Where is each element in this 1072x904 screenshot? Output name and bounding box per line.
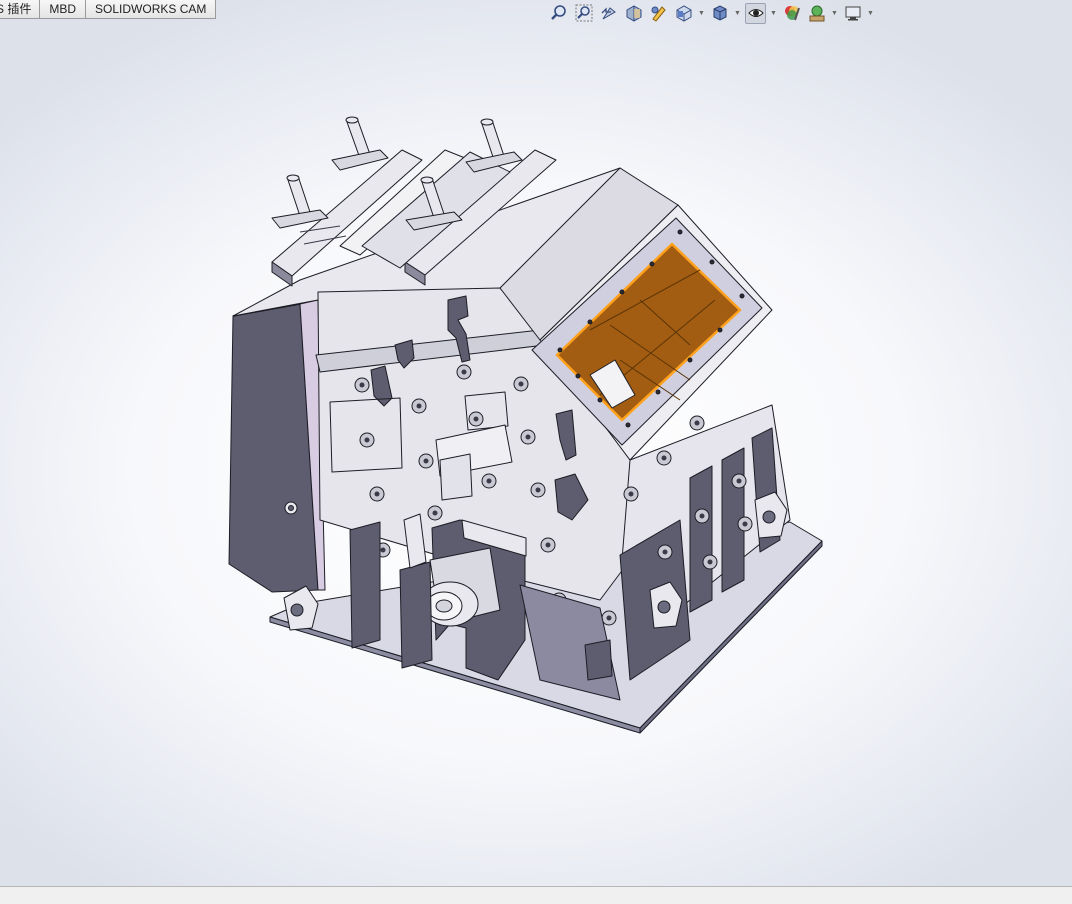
display-style-dropdown-icon[interactable]: ▼ [734,3,741,24]
crusher-3d-model[interactable] [0,0,1072,886]
command-manager-tabs: S 插件 MBD SOLIDWORKS CAM [0,0,217,19]
dynamic-annotation-icon[interactable] [648,3,669,24]
apply-scene-icon[interactable] [806,3,827,24]
edit-appearance-icon[interactable] [781,3,802,24]
display-style-icon[interactable] [709,3,730,24]
heads-up-view-toolbar: ▼ ▼ ▼ ▼ ▼ [548,2,874,24]
view-orientation-dropdown-icon[interactable]: ▼ [698,3,705,24]
hide-show-items-icon[interactable] [745,2,766,24]
view-settings-dropdown-icon[interactable]: ▼ [867,3,874,24]
apply-scene-dropdown-icon[interactable]: ▼ [831,3,838,24]
graphics-area[interactable]: S 插件 MBD SOLIDWORKS CAM ▼ ▼ ▼ ▼ ▼ [0,0,1072,886]
hide-show-dropdown-icon[interactable]: ▼ [770,3,777,24]
zoom-to-fit-icon[interactable] [548,3,569,24]
view-orientation-icon[interactable] [673,3,694,24]
tab-mbd[interactable]: MBD [40,0,87,19]
section-view-icon[interactable] [623,3,644,24]
tab-solidworks-cam[interactable]: SOLIDWORKS CAM [86,0,217,19]
view-settings-icon[interactable] [842,3,863,24]
previous-view-icon[interactable] [598,3,619,24]
status-bar [0,886,1072,904]
tab-plugins[interactable]: S 插件 [0,0,41,19]
zoom-to-area-icon[interactable] [573,3,594,24]
